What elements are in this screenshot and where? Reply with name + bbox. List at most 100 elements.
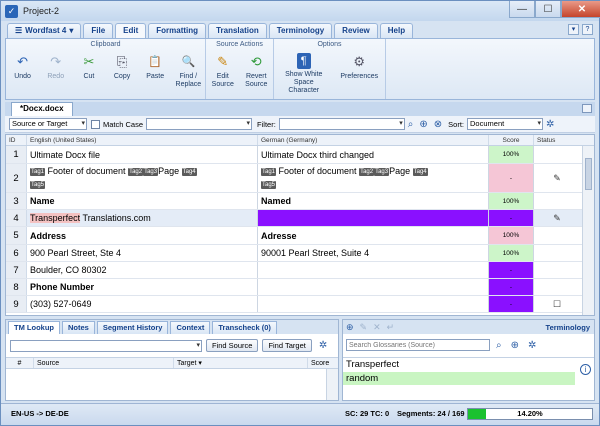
sort-select[interactable]: Document: [467, 118, 544, 130]
info-icon[interactable]: i: [580, 364, 591, 375]
menu-terminology[interactable]: Terminology: [268, 23, 333, 38]
segment-id: 9: [6, 296, 27, 312]
search-icon[interactable]: ⌕: [496, 340, 502, 351]
tm-search-select[interactable]: [10, 339, 202, 352]
revert-source-label: Revert Source: [245, 73, 268, 88]
find-target-button[interactable]: Find Target: [262, 339, 312, 352]
help-icon[interactable]: ?: [582, 24, 593, 35]
revert-source-button[interactable]: ⟲ Revert Source: [241, 53, 272, 89]
source-cell[interactable]: Ultimate Docx file: [27, 146, 258, 163]
insert-term-icon[interactable]: ↵: [387, 322, 395, 333]
target-cell[interactable]: Named: [258, 193, 489, 209]
menu-edit[interactable]: Edit: [115, 23, 147, 38]
header-status: Status: [537, 137, 556, 144]
table-row[interactable]: 8 Phone Number -: [6, 279, 594, 296]
table-row[interactable]: 9 (303) 527-0649 - ☐: [6, 296, 594, 313]
edit-source-button[interactable]: ✎ Edit Source: [207, 53, 238, 89]
tm-scrollbar[interactable]: [326, 369, 338, 400]
term-highlight: Transperfect: [30, 213, 81, 223]
tm-settings-icon[interactable]: ✲: [319, 340, 327, 351]
menu-formatting[interactable]: Formatting: [148, 23, 207, 38]
delete-term-icon[interactable]: ✕: [373, 322, 381, 333]
term-entry[interactable]: Transperfect: [343, 358, 594, 372]
target-cell[interactable]: [258, 279, 489, 295]
source-cell[interactable]: 900 Pearl Street, Ste 4: [27, 245, 258, 261]
source-cell[interactable]: Name: [27, 193, 258, 209]
preferences-button[interactable]: ⚙ Preferences: [337, 53, 381, 95]
edited-status-icon[interactable]: ✎: [534, 210, 580, 226]
edited-status-icon[interactable]: ✎: [534, 164, 580, 192]
language-pair: EN-US -> DE-DE: [11, 409, 69, 418]
scope-select[interactable]: Source or Target: [9, 118, 87, 130]
term-entry[interactable]: random: [343, 372, 575, 385]
inline-tag: Tag2: [359, 167, 375, 176]
ribbon-group-source-actions: Source Actions ✎ Edit Source ⟲ Revert So…: [206, 39, 274, 99]
target-cell[interactable]: Adresse: [258, 227, 489, 244]
case-select[interactable]: [146, 118, 253, 130]
tm-col-score: Score: [311, 360, 330, 367]
tab-segment-history[interactable]: Segment History: [96, 321, 169, 334]
paste-button[interactable]: 📋 Paste: [140, 53, 171, 89]
search-icon[interactable]: ⌕: [408, 119, 414, 130]
filter-select[interactable]: [278, 118, 405, 130]
restore-icon[interactable]: [582, 104, 592, 113]
target-cell[interactable]: [258, 296, 489, 312]
grid-scrollbar[interactable]: [582, 146, 594, 315]
tab-context[interactable]: Context: [170, 321, 211, 334]
minimize-button[interactable]: —: [509, 1, 535, 18]
clear-filter-icon[interactable]: ⊗: [434, 119, 442, 130]
match-case-checkbox[interactable]: [91, 119, 100, 129]
note-status-icon[interactable]: ☐: [534, 296, 580, 312]
find-replace-button[interactable]: 🔍 Find / Replace: [173, 53, 204, 89]
sort-settings-icon[interactable]: ✲: [546, 119, 554, 130]
target-cell[interactable]: [258, 210, 489, 226]
tm-lookup-pane: TM Lookup Notes Segment History Context …: [5, 319, 339, 401]
source-cell[interactable]: (303) 527-0649: [27, 296, 258, 312]
add-term-icon[interactable]: ⊕: [346, 322, 354, 333]
source-cell[interactable]: Boulder, CO 80302: [27, 262, 258, 278]
edit-term-icon[interactable]: ✎: [360, 322, 368, 333]
score-value: -: [509, 174, 513, 182]
tab-notes[interactable]: Notes: [62, 321, 95, 334]
target-cell[interactable]: 90001 Pearl Street, Suite 4: [258, 245, 489, 261]
find-source-button[interactable]: Find Source: [206, 339, 259, 352]
close-button[interactable]: ✕: [561, 1, 600, 18]
menu-review[interactable]: Review: [334, 23, 378, 38]
menu-file[interactable]: File: [83, 23, 114, 38]
source-cell[interactable]: Tag1 Footer of document Tag2 Tag3Page Tag…: [27, 164, 258, 192]
source-cell[interactable]: Phone Number: [27, 279, 258, 295]
copy-button[interactable]: ⎘ Copy: [107, 53, 138, 89]
table-row[interactable]: 6 900 Pearl Street, Ste 4 90001 Pearl Stre…: [6, 245, 594, 262]
tab-transcheck[interactable]: Transcheck (0): [212, 321, 277, 334]
source-cell[interactable]: Transperfect Translations.com: [27, 210, 258, 226]
table-row[interactable]: 4 Transperfect Translations.com - ✎: [6, 210, 594, 227]
maximize-button[interactable]: ☐: [535, 1, 561, 18]
scrollbar-thumb[interactable]: [585, 158, 592, 190]
redo-button[interactable]: ↷ Redo: [40, 53, 71, 89]
match-case-label: Match Case: [103, 119, 144, 129]
menu-app[interactable]: ☰ Wordfast 4 ▾: [7, 23, 82, 38]
table-row[interactable]: 1 Ultimate Docx file Ultimate Docx third c…: [6, 146, 594, 164]
document-tab[interactable]: *Docx.docx: [11, 102, 73, 116]
chevron-down-icon[interactable]: ▾: [568, 24, 579, 35]
target-cell[interactable]: Tag1 Footer of document Tag2 Tag3Page Tag…: [258, 164, 489, 192]
undo-button[interactable]: ↶ Undo: [7, 53, 38, 89]
menu-help[interactable]: Help: [379, 23, 414, 38]
show-whitespace-button[interactable]: ¶ Show White Space Character: [278, 53, 330, 95]
search-plus-icon[interactable]: ⊕: [419, 119, 427, 130]
table-row[interactable]: 7 Boulder, CO 80302 -: [6, 262, 594, 279]
table-row[interactable]: 5 Address Adresse 100%: [6, 227, 594, 245]
cut-button[interactable]: ✂ Cut: [73, 53, 104, 89]
status-bar: EN-US -> DE-DE SC: 29 TC: 0 Segments: 24…: [1, 403, 599, 425]
menu-translation[interactable]: Translation: [208, 23, 267, 38]
table-row[interactable]: 3 Name Named 100%: [6, 193, 594, 210]
source-cell[interactable]: Address: [27, 227, 258, 244]
glossary-search-input[interactable]: [346, 339, 490, 351]
search-plus-icon[interactable]: ⊕: [511, 340, 519, 351]
tab-tm-lookup[interactable]: TM Lookup: [8, 321, 60, 334]
target-cell[interactable]: Ultimate Docx third changed: [258, 146, 489, 163]
target-cell[interactable]: [258, 262, 489, 278]
table-row[interactable]: 2 Tag1 Footer of document Tag2 Tag3Page Ta…: [6, 164, 594, 193]
term-settings-icon[interactable]: ✲: [528, 340, 536, 351]
segment-count: Segments: 24 / 169: [397, 409, 465, 418]
